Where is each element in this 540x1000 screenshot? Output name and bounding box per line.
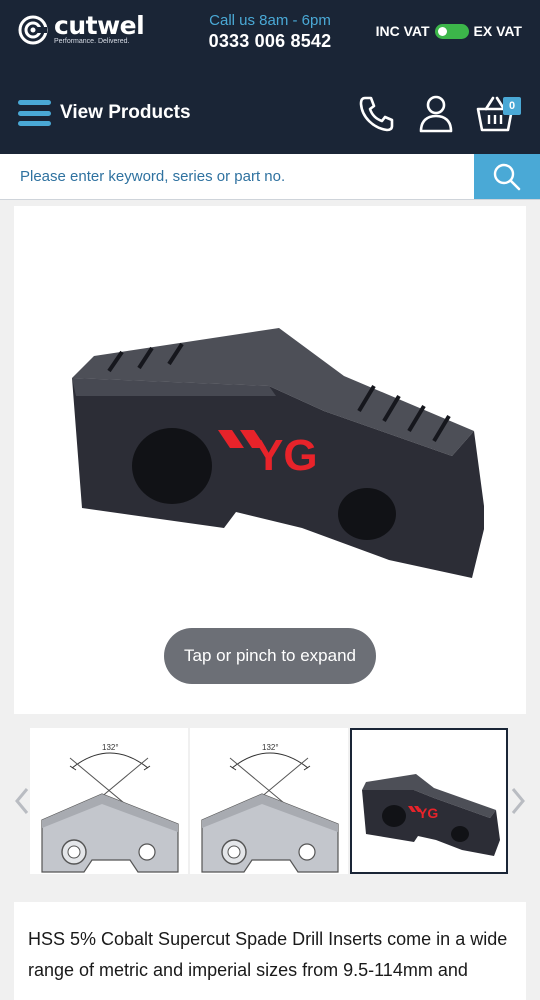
brand-name: cutwel xyxy=(54,11,145,40)
angle-label: 132° xyxy=(262,743,279,752)
call-hours: Call us 8am - 6pm xyxy=(209,12,331,29)
view-products-menu[interactable]: View Products xyxy=(18,100,191,126)
vat-ex-label: EX VAT xyxy=(473,23,523,39)
spade-drill-insert-thumbnail-image: YG xyxy=(362,774,500,856)
cutwel-logo-mark-icon xyxy=(18,15,48,45)
product-description: HSS 5% Cobalt Supercut Spade Drill Inser… xyxy=(14,902,526,1000)
drill-angle-diagram-image: 132° xyxy=(41,743,179,873)
view-products-label: View Products xyxy=(60,102,191,123)
call-us-block[interactable]: Call us 8am - 6pm 0333 006 8542 xyxy=(198,12,342,52)
vat-toggle-knob xyxy=(437,26,447,36)
tap-to-expand-hint[interactable]: Tap or pinch to expand xyxy=(164,628,376,684)
thumbnail-3-selected[interactable]: YG xyxy=(350,728,508,874)
yg-logo-text: YG xyxy=(418,805,438,821)
phone-icon[interactable] xyxy=(357,94,395,134)
search-icon xyxy=(493,163,521,190)
product-image-viewer[interactable]: YG Tap or pinch to expand xyxy=(14,206,526,714)
thumbnail-1[interactable]: 132° xyxy=(30,728,188,874)
hamburger-icon xyxy=(18,100,51,126)
vat-inc-label: INC VAT xyxy=(375,23,430,39)
account-icon[interactable] xyxy=(417,94,455,134)
vat-toggle[interactable] xyxy=(434,23,469,39)
search-bar xyxy=(0,154,540,200)
chevron-left-icon[interactable] xyxy=(12,786,32,816)
cutwel-logo[interactable]: cutwel Performance. Delivered. xyxy=(18,11,145,46)
drill-angle-diagram-image: 132° xyxy=(201,743,339,873)
yg-logo-text: YG xyxy=(254,431,318,480)
phone-number[interactable]: 0333 006 8542 xyxy=(198,30,342,52)
site-header: cutwel Performance. Delivered. Call us 8… xyxy=(0,0,540,154)
spade-drill-insert-image: YG xyxy=(72,328,484,578)
search-input[interactable] xyxy=(0,154,474,199)
search-button[interactable] xyxy=(474,154,540,199)
angle-label: 132° xyxy=(102,743,119,752)
thumbnail-carousel: 132° 132° YG xyxy=(0,722,540,882)
basket-count-badge: 0 xyxy=(503,97,521,115)
vat-switch[interactable]: INC VAT EX VAT xyxy=(376,23,522,39)
description-text: HSS 5% Cobalt Supercut Spade Drill Inser… xyxy=(28,929,508,980)
thumbnail-2[interactable]: 132° xyxy=(190,728,348,874)
chevron-right-icon[interactable] xyxy=(508,786,528,816)
